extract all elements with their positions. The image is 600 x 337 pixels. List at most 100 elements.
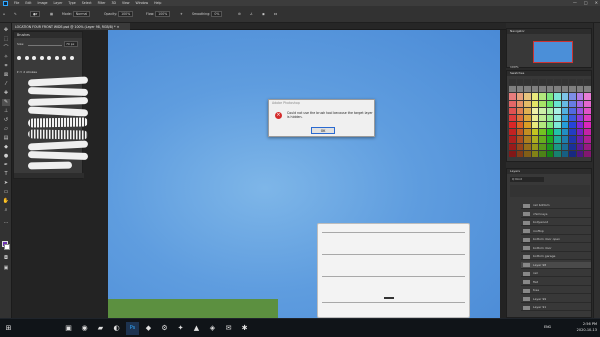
color-swatch[interactable] <box>584 143 591 150</box>
color-swatch[interactable] <box>561 93 569 100</box>
path-select-tool-icon[interactable]: ➤ <box>2 180 10 187</box>
background-color-swatch[interactable] <box>4 244 10 250</box>
app-icon[interactable]: ✱ <box>238 322 251 335</box>
color-swatch[interactable] <box>576 114 584 122</box>
crop-tool-icon[interactable]: ⌗ <box>2 63 10 70</box>
color-swatch[interactable] <box>539 107 546 114</box>
color-swatch[interactable] <box>561 86 569 93</box>
color-swatch[interactable] <box>554 114 561 122</box>
color-swatch[interactable] <box>509 122 516 129</box>
color-swatch[interactable] <box>516 136 524 143</box>
more-tools-icon[interactable]: … <box>2 219 10 226</box>
brush-size-field[interactable]: 70 px <box>64 41 78 47</box>
symmetry-icon[interactable]: ⋈ <box>274 10 277 18</box>
color-swatch[interactable] <box>509 150 516 157</box>
gradient-tool-icon[interactable]: ▤ <box>2 135 10 142</box>
recent-brush-tip[interactable] <box>32 56 36 60</box>
color-swatch[interactable] <box>546 93 554 100</box>
color-swatch[interactable] <box>531 86 539 93</box>
color-swatch[interactable] <box>524 150 531 157</box>
brush-stroke-preview[interactable] <box>27 150 89 161</box>
color-swatch[interactable] <box>516 129 524 136</box>
color-swatch[interactable] <box>569 150 576 157</box>
color-swatch[interactable] <box>569 100 576 107</box>
hand-tool-icon[interactable]: ✋ <box>2 198 10 205</box>
document-canvas[interactable] <box>108 30 500 318</box>
recent-brush-tip[interactable] <box>17 56 21 60</box>
recent-brush-tip[interactable] <box>39 56 44 60</box>
color-swatch[interactable] <box>554 86 561 93</box>
color-swatch[interactable] <box>524 86 531 93</box>
brush-stroke-preview[interactable] <box>27 129 89 140</box>
photoshop-taskbar-icon[interactable]: Ps <box>126 322 139 335</box>
document-tab[interactable]: LOCATION FOUR FRONT WIDE.psd @ 100% (Lay… <box>12 23 130 30</box>
screen-mode-icon[interactable]: ▣ <box>2 265 10 272</box>
color-swatch[interactable] <box>516 100 524 107</box>
menu-file[interactable]: File <box>14 1 19 5</box>
layer-row[interactable]: bottom door <box>521 244 591 252</box>
color-swatch[interactable] <box>584 129 591 136</box>
color-swatch[interactable] <box>546 122 554 129</box>
color-swatch[interactable] <box>584 79 591 86</box>
color-swatch[interactable] <box>531 79 539 86</box>
color-swatch[interactable] <box>531 122 539 129</box>
color-swatch[interactable] <box>569 114 576 122</box>
color-swatch[interactable] <box>546 136 554 143</box>
brush-stroke-preview[interactable] <box>27 96 89 107</box>
color-swatch[interactable] <box>554 150 561 157</box>
color-swatch[interactable] <box>509 100 516 107</box>
recent-brush-tip[interactable] <box>47 56 51 60</box>
brush-stroke-preview[interactable] <box>27 106 89 117</box>
color-swatch[interactable] <box>539 114 546 122</box>
color-swatch[interactable] <box>554 107 561 114</box>
layer-row[interactable]: flat <box>521 278 591 286</box>
color-swatch[interactable] <box>509 86 516 93</box>
minimize-button[interactable]: — <box>573 0 577 5</box>
color-swatch[interactable] <box>531 136 539 143</box>
language-indicator[interactable]: ENG <box>544 325 551 329</box>
brush-stroke-preview[interactable] <box>27 140 89 151</box>
menu-filter[interactable]: Filter <box>98 1 106 5</box>
color-swatch[interactable] <box>531 150 539 157</box>
color-swatch[interactable] <box>561 143 569 150</box>
color-swatch[interactable] <box>554 136 561 143</box>
opacity-field[interactable]: 100% <box>118 11 134 17</box>
start-menu-icon[interactable]: ⊞ <box>2 322 15 335</box>
color-swatch[interactable] <box>531 129 539 136</box>
color-swatch[interactable] <box>531 107 539 114</box>
maximize-button[interactable]: □ <box>584 0 588 5</box>
close-button[interactable]: ✕ <box>595 0 598 5</box>
color-swatch[interactable] <box>516 93 524 100</box>
color-swatch[interactable] <box>524 114 531 122</box>
clone-stamp-tool-icon[interactable]: ⊥ <box>2 108 10 115</box>
color-swatch[interactable] <box>576 100 584 107</box>
color-swatch[interactable] <box>524 100 531 107</box>
ok-button[interactable]: OK <box>311 127 335 134</box>
color-swatch[interactable] <box>576 122 584 129</box>
brush-stroke-preview[interactable] <box>27 117 89 128</box>
color-swatch[interactable] <box>516 86 524 93</box>
brush-size-slider[interactable] <box>28 45 62 46</box>
app-icon[interactable]: ✉ <box>222 322 235 335</box>
color-swatch[interactable] <box>546 114 554 122</box>
chrome-icon[interactable]: ◉ <box>78 322 91 335</box>
color-swatch[interactable] <box>554 100 561 107</box>
dodge-tool-icon[interactable]: ● <box>2 153 10 160</box>
color-swatch[interactable] <box>554 122 561 129</box>
color-swatch[interactable] <box>509 114 516 122</box>
color-swatch[interactable] <box>531 114 539 122</box>
color-swatch[interactable] <box>509 143 516 150</box>
color-swatch[interactable] <box>561 100 569 107</box>
pen-tool-icon[interactable]: ✒ <box>2 162 10 169</box>
color-swatch[interactable] <box>576 136 584 143</box>
color-swatch[interactable] <box>584 136 591 143</box>
color-swatch[interactable] <box>539 100 546 107</box>
smoothing-field[interactable]: 0% <box>211 11 223 17</box>
angle-icon[interactable]: ∠ <box>250 10 253 18</box>
color-swatch[interactable] <box>509 93 516 100</box>
color-swatch[interactable] <box>569 93 576 100</box>
color-swatch[interactable] <box>516 114 524 122</box>
navigator-thumbnail[interactable] <box>533 41 573 63</box>
color-swatch[interactable] <box>576 93 584 100</box>
color-swatch[interactable] <box>524 129 531 136</box>
